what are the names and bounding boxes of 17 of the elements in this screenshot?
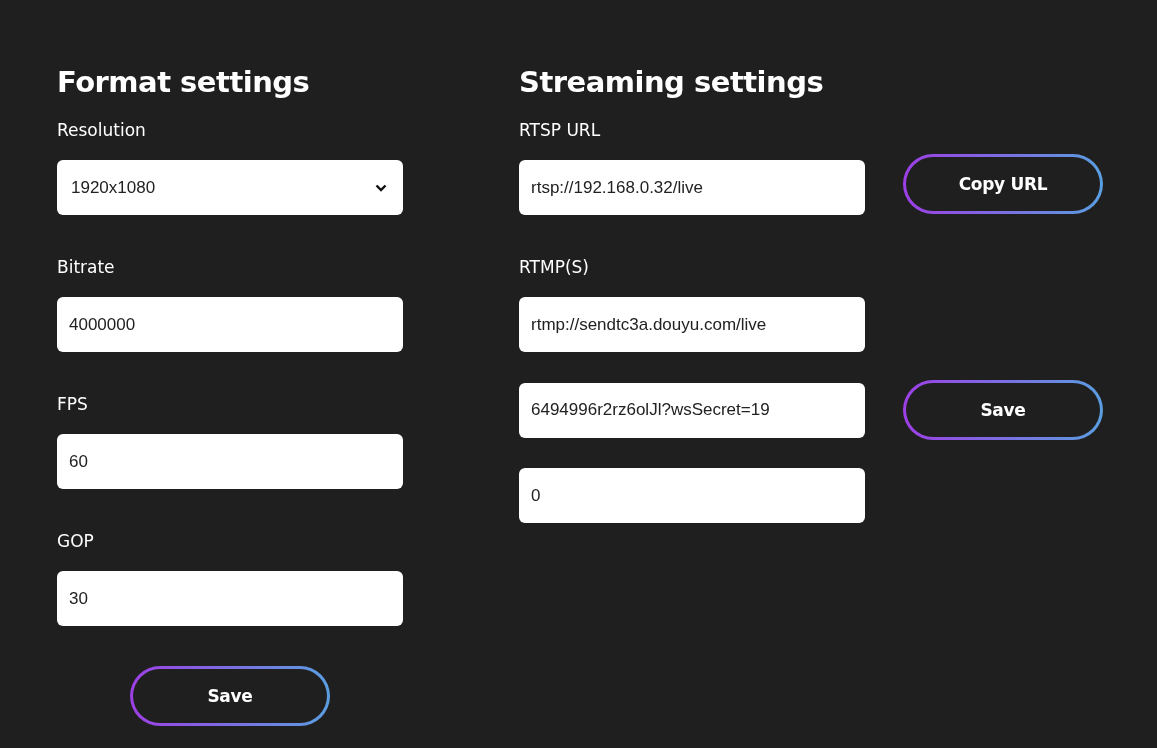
input-field[interactable]: 0 — [519, 468, 865, 523]
input-field[interactable]: 4000000 — [57, 297, 403, 352]
section-heading: Format settings — [57, 64, 311, 101]
input-field[interactable]: rtsp://192.168.0.32/live — [519, 160, 865, 215]
field-label: RTMP(S) — [519, 256, 589, 279]
input-field[interactable]: 60 — [57, 434, 403, 489]
input-field[interactable]: 6494996r2rz6olJl?wsSecret=19 — [519, 382, 865, 438]
section-heading: Streaming settings — [519, 64, 825, 101]
input-field[interactable]: 30 — [57, 571, 403, 626]
field-label: RTSP URL — [519, 119, 601, 142]
select-field[interactable]: 1920x1080 — [57, 160, 403, 215]
input-field[interactable]: rtmp://sendtc3a.douyu.com/live — [519, 297, 865, 352]
field-label: FPS — [57, 393, 88, 416]
field-label: Bitrate — [57, 256, 115, 279]
field-label: GOP — [57, 530, 94, 553]
field-label: Resolution — [57, 119, 146, 142]
chevron-down-icon — [375, 183, 387, 192]
